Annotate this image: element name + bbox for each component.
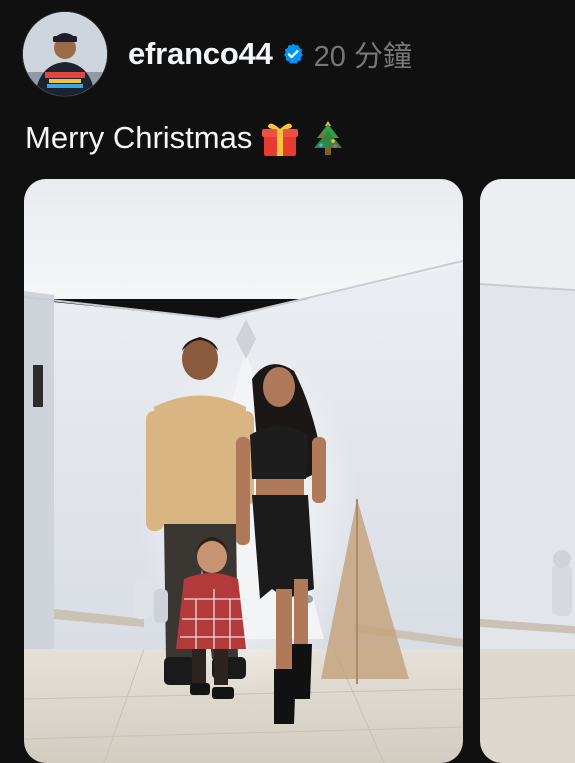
caption-text: Merry Christmas	[25, 120, 253, 155]
carousel-photo-1[interactable]	[24, 179, 463, 763]
next-carousel-photo	[480, 179, 575, 763]
media-carousel[interactable]	[24, 179, 575, 763]
username-link[interactable]: efranco44	[128, 36, 273, 72]
verified-badge-icon	[281, 42, 305, 66]
profile-avatar[interactable]	[22, 11, 108, 97]
avatar-image	[23, 12, 107, 96]
post-timestamp[interactable]: 20 分鐘	[314, 33, 412, 75]
family-christmas-photo	[24, 179, 463, 763]
carousel-photo-2[interactable]	[480, 179, 575, 763]
thread-post: efranco44 20 分鐘 Merry Christmas	[0, 0, 575, 763]
post-caption: Merry Christmas	[25, 118, 348, 158]
gift-emoji-icon	[260, 118, 300, 158]
post-header: efranco44 20 分鐘	[128, 34, 412, 74]
christmas-tree-emoji-icon	[308, 118, 348, 158]
